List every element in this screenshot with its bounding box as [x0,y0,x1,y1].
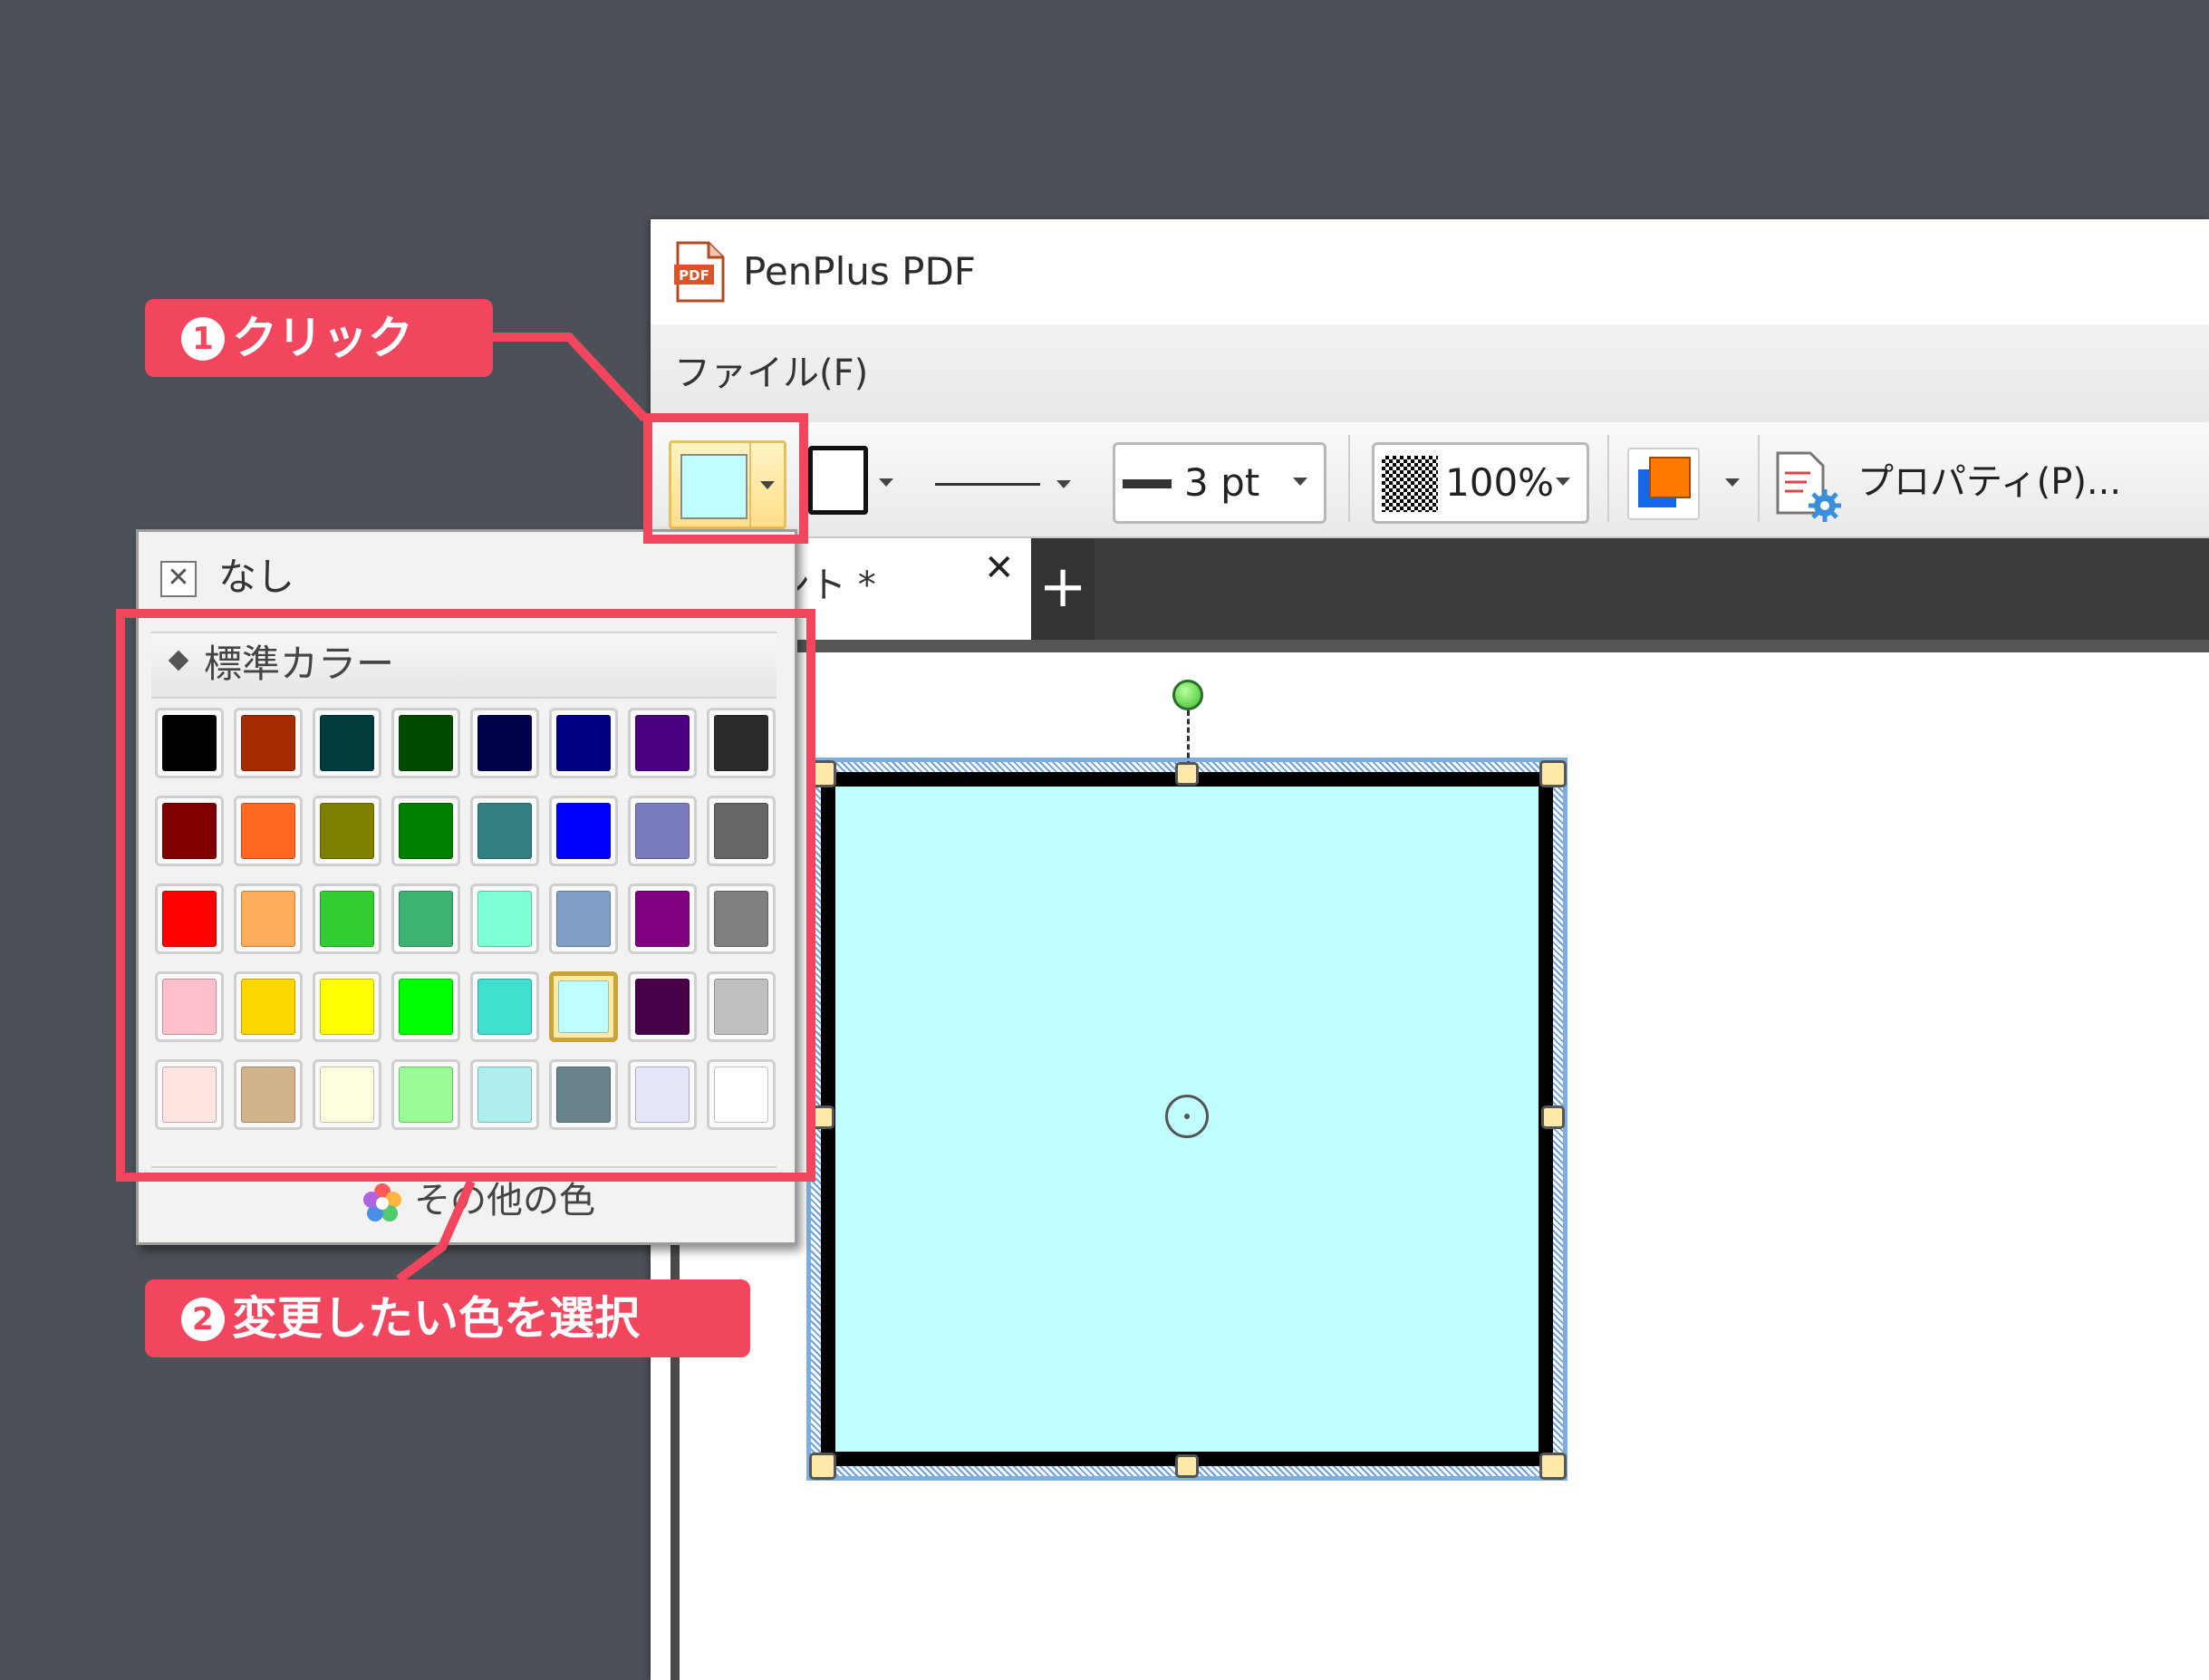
highlight-standard-colors [116,609,815,1182]
connector-step1 [489,333,649,422]
step1-number: 1 [181,316,225,361]
highlight-fill-button [643,413,808,544]
step2-text: 変更したい色を選択 [232,1292,640,1345]
step2-number: 2 [181,1297,225,1341]
callout-step2: 2 変更したい色を選択 [145,1279,750,1357]
step1-text: クリック [232,312,413,364]
connector-step2 [396,1179,476,1283]
callout-step1: 1 クリック [145,299,493,377]
